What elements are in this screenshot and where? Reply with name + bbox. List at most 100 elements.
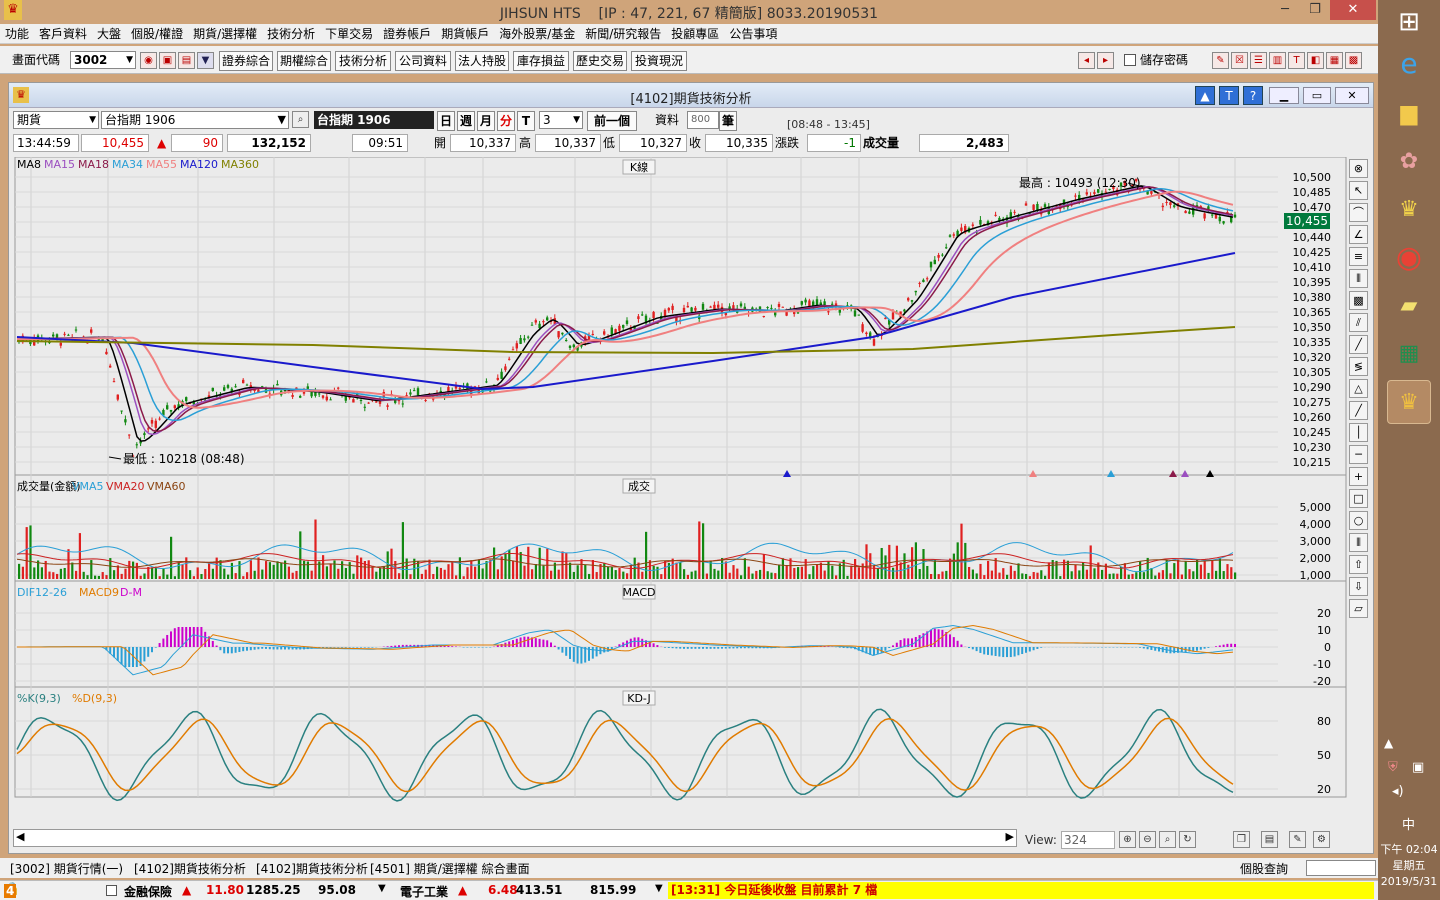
menu-item[interactable]: 技術分析 [262, 24, 320, 44]
up-tool-icon[interactable]: ⇧ [1349, 555, 1368, 574]
save-password-checkbox[interactable] [1124, 54, 1136, 66]
tab-4102[interactable]: [4102]期貨技術分析 [134, 860, 246, 877]
select-tool-icon[interactable]: ↖ [1349, 181, 1368, 200]
toolbar-button[interactable]: 技術分析 [335, 51, 391, 71]
layout-icon[interactable]: ▤ [1261, 831, 1278, 848]
toolbar-button[interactable]: 庫存損益 [513, 51, 569, 71]
vline-tool-icon[interactable]: │ [1349, 423, 1368, 442]
jihsun-app-icon[interactable]: ♛ [1387, 380, 1431, 424]
file-explorer-icon[interactable]: ▆ [1387, 92, 1431, 136]
tab-4102-active[interactable]: [4102]期貨技術分析 [256, 860, 368, 877]
period-value-select[interactable]: 3 ▼ [539, 111, 583, 129]
triangle-tool-icon[interactable]: △ [1349, 379, 1368, 398]
grid-tool-icon[interactable]: ▩ [1349, 291, 1368, 310]
cross-tool-icon[interactable]: + [1349, 467, 1368, 486]
line-tool-icon[interactable]: ╱ [1349, 335, 1368, 354]
toolbar-button[interactable]: 歷史交易 [573, 51, 627, 71]
tool-icon[interactable]: ✎ [1212, 52, 1229, 69]
tool-icon[interactable]: ▦ [1326, 52, 1343, 69]
ray-tool-icon[interactable]: ╱ [1349, 401, 1368, 420]
menu-item[interactable]: 期貨帳戶 [436, 24, 494, 44]
dropdown-icon[interactable]: ▼ [197, 52, 214, 69]
menu-item[interactable]: 個股/權證 [126, 24, 188, 44]
ime-indicator[interactable]: 中 [1402, 814, 1415, 833]
system-clock[interactable]: 下午 02:04 星期五 2019/5/31 [1378, 842, 1440, 890]
ie-browser-icon[interactable]: e [1387, 42, 1431, 86]
period-day[interactable]: 日 [437, 111, 455, 131]
up-arrow-icon[interactable]: ▲ [1195, 86, 1215, 105]
magnifier-icon[interactable]: ⌕ [292, 111, 309, 128]
toolbar-button[interactable]: 期權綜合 [277, 51, 331, 71]
menu-item[interactable]: 下單交易 [320, 24, 378, 44]
search-icon[interactable]: ◉ [140, 52, 157, 69]
tab-4501[interactable]: [4501] 期貨/選擇權 綜合畫面 [370, 860, 530, 877]
tool-icon[interactable]: ☒ [1231, 52, 1248, 69]
arc-tool-icon[interactable]: ⌒ [1349, 203, 1368, 222]
menu-item[interactable]: 功能 [0, 24, 34, 44]
text-tool-icon[interactable]: T [1219, 86, 1239, 105]
circle-tool-icon[interactable]: ○ [1349, 511, 1368, 530]
paint-icon[interactable]: ✿ [1387, 140, 1431, 184]
tool-icon[interactable]: T [1288, 52, 1305, 69]
window-icon[interactable]: ▣ [159, 52, 176, 69]
period-month[interactable]: 月 [477, 111, 495, 131]
data-count-input[interactable]: 800 [687, 111, 719, 129]
window-minimize-icon[interactable]: ▁ [1269, 87, 1299, 104]
tool-icon[interactable]: ☰ [1250, 52, 1267, 69]
hlines-tool-icon[interactable]: ≡ [1349, 247, 1368, 266]
stock-query-input[interactable] [1306, 860, 1376, 876]
tray-shield-icon[interactable]: ⛨ [1388, 760, 1398, 775]
copy-icon[interactable]: ❐ [1233, 831, 1250, 848]
toolbar-button[interactable]: 證券綜合 [219, 51, 273, 71]
toolbar-button[interactable]: 投資現況 [631, 51, 687, 71]
minimize-icon[interactable]: ─ [1270, 0, 1300, 20]
status-checkbox[interactable] [106, 885, 117, 896]
tool-icon[interactable]: ▥ [1269, 52, 1286, 69]
product-select[interactable]: 台指期 1906 ▼ [101, 111, 289, 129]
start-windows-icon[interactable]: ⊞ [1387, 0, 1431, 44]
code-input[interactable]: 3002 ▼ [70, 51, 136, 69]
down-tool-icon[interactable]: ⇩ [1349, 577, 1368, 596]
sticky-notes-icon[interactable]: ▰ [1387, 284, 1431, 328]
tray-up-arrow-icon[interactable]: ▲ [1384, 736, 1393, 750]
crown-icon[interactable]: ♛ [1387, 188, 1431, 232]
maximize-icon[interactable]: ❐ [1300, 0, 1330, 20]
menu-item[interactable]: 海外股票/基金 [494, 24, 580, 44]
menu-item[interactable]: 客戶資料 [34, 24, 92, 44]
window-restore-icon[interactable]: ▭ [1303, 87, 1331, 104]
prev-button[interactable]: 前一個 [587, 111, 637, 131]
search-zoom-icon[interactable]: ⌕ [1159, 831, 1176, 848]
arrow-left-icon[interactable]: ◂ [1078, 52, 1095, 69]
vlines-tool-icon[interactable]: ⦀ [1349, 269, 1368, 288]
chart-area[interactable]: 10,500 10,485 10,47010,455 10,440 10,425 10,4… [13, 157, 1347, 805]
angle-tool-icon[interactable]: ∠ [1349, 225, 1368, 244]
menu-item[interactable]: 期貨/選擇權 [188, 24, 262, 44]
menu-item[interactable]: 新聞/研究報告 [580, 24, 666, 44]
clear-tool-icon[interactable]: ⊗ [1349, 159, 1368, 178]
fan-tool-icon[interactable]: ⫽ [1349, 313, 1368, 332]
rect-tool-icon[interactable]: □ [1349, 489, 1368, 508]
type-select[interactable]: 期貨 ▼ [13, 111, 99, 129]
close-icon[interactable]: ✕ [1330, 0, 1376, 20]
bars-button[interactable]: 筆 [719, 111, 737, 131]
period-tick[interactable]: T [517, 111, 535, 131]
volume-icon[interactable]: ◂) [1392, 784, 1404, 799]
wave-tool-icon[interactable]: ≶ [1349, 357, 1368, 376]
menu-item[interactable]: 投顧專區 [666, 24, 724, 44]
hline-tool-icon[interactable]: ─ [1349, 445, 1368, 464]
horizontal-scrollbar[interactable]: ◀ ▶ [13, 829, 1017, 847]
toolbar-button[interactable]: 法人持股 [455, 51, 509, 71]
chrome-icon[interactable]: ◉ [1387, 236, 1431, 280]
window-close-icon[interactable]: ✕ [1335, 87, 1369, 104]
page-buttons[interactable]: 1 2 3 4 🔒 [4, 882, 76, 899]
help-icon[interactable]: ? [1243, 86, 1263, 105]
zoom-in-icon[interactable]: ⊕ [1119, 831, 1136, 848]
arrow-right-icon[interactable]: ▸ [1097, 52, 1114, 69]
tool-icon[interactable]: ▩ [1345, 52, 1362, 69]
zoom-out-icon[interactable]: ⊖ [1139, 831, 1156, 848]
menu-item[interactable]: 證券帳戶 [378, 24, 436, 44]
pen-icon[interactable]: ✎ [1289, 831, 1306, 848]
bars-tool-icon[interactable]: ⦀ [1349, 533, 1368, 552]
tab-3002[interactable]: [3002] 期貨行情(一) [10, 860, 123, 877]
excel-icon[interactable]: ▦ [1387, 332, 1431, 376]
